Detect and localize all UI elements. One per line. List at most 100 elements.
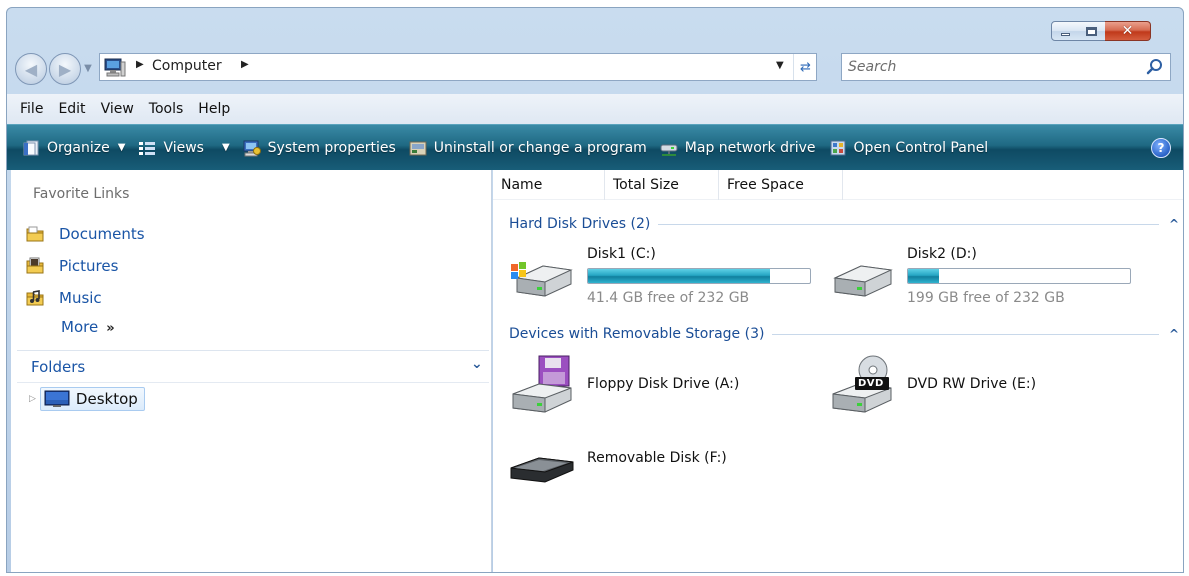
drive-free-space: 41.4 GB free of 232 GB [587,290,750,306]
open-control-panel-label: Open Control Panel [853,139,989,156]
breadcrumb-separator-icon[interactable]: ▶ [136,59,144,70]
more-label: More [61,318,99,336]
back-button[interactable]: ◀ [15,53,47,85]
favorite-link-music[interactable]: Music [25,286,102,310]
map-network-drive-label: Map network drive [684,139,816,156]
menu-tools[interactable]: Tools [143,101,193,117]
forward-button[interactable]: ▶ [49,53,81,85]
group-header-removable-storage[interactable]: Devices with Removable Storage (3) ^ [509,323,1179,345]
explorer-window: ✕ ◀ ▶ ▼ ▶ Computer ▶ ▼ ⇄ Search File Edi… [6,7,1184,573]
dvd-badge: DVD [858,378,884,389]
search-icon[interactable] [1146,58,1164,76]
menu-view[interactable]: View [95,101,143,117]
favorite-links-more[interactable]: More » [61,318,115,336]
more-chevron-icon: » [106,321,115,336]
views-button[interactable]: Views ▼ [131,133,235,163]
refresh-icon: ⇄ [800,59,811,75]
group-divider [772,333,1159,335]
divider [17,382,489,383]
content-pane: Name Total Size Free Space Hard Disk Dri… [493,170,1183,572]
drive-item-c[interactable]: Disk1 (C:) 41.4 GB free of 232 GB [509,240,829,310]
collapse-icon[interactable]: ^ [1169,327,1179,341]
chevron-down-icon[interactable]: ⌄ [471,356,483,372]
device-name: Floppy Disk Drive (A:) [587,376,740,392]
refresh-button[interactable]: ⇄ [793,54,817,80]
search-input[interactable] [848,58,1128,76]
organize-dropdown-icon: ▼ [117,142,126,153]
device-name: DVD RW Drive (E:) [907,376,1037,392]
address-dropdown-icon[interactable]: ▼ [776,60,784,71]
documents-folder-icon [26,226,44,242]
command-bar: Organize ▼ Views ▼ System properties Uni… [7,124,1183,170]
drive-item-a[interactable]: Floppy Disk Drive (A:) [509,354,809,424]
group-label: Hard Disk Drives (2) [509,216,651,232]
menu-file[interactable]: File [14,101,52,117]
address-row: ◀ ▶ ▼ ▶ Computer ▶ ▼ ⇄ [7,48,1183,90]
close-icon: ✕ [1121,23,1134,39]
back-arrow-icon: ◀ [24,59,38,79]
forward-arrow-icon: ▶ [58,59,72,79]
favorite-links-heading: Favorite Links [33,186,130,202]
breadcrumb-separator-icon[interactable]: ▶ [241,59,249,70]
device-name: Removable Disk (F:) [587,450,727,466]
drive-usage-bar [907,268,1131,284]
drive-name: Disk1 (C:) [587,246,656,262]
column-header-free-space[interactable]: Free Space [719,170,843,200]
maximize-button[interactable] [1078,21,1106,41]
favorite-link-documents[interactable]: Documents [25,222,145,246]
tree-node-desktop[interactable]: Desktop [39,387,145,411]
collapse-icon[interactable]: ^ [1169,217,1179,231]
search-box[interactable] [841,53,1171,81]
views-dropdown-icon: ▼ [221,142,230,153]
column-headers: Name Total Size Free Space [493,170,1183,200]
uninstall-program-icon [409,141,427,155]
drive-usage-fill [588,269,771,283]
drive-free-space: 199 GB free of 232 GB [907,290,1065,306]
menu-help[interactable]: Help [192,101,239,117]
drive-usage-bar [587,268,811,284]
system-properties-button[interactable]: System properties [236,133,402,163]
group-header-hard-disk-drives[interactable]: Hard Disk Drives (2) ^ [509,213,1179,235]
views-icon [139,141,156,155]
title-bar: ✕ [7,8,1183,46]
system-properties-icon [243,140,261,156]
column-header-name[interactable]: Name [493,170,605,200]
drive-usage-fill [908,269,940,283]
close-button[interactable]: ✕ [1105,21,1151,41]
address-bar[interactable]: ▶ Computer ▶ ▼ ⇄ [99,53,817,81]
column-header-total-size[interactable]: Total Size [605,170,719,200]
breadcrumb-computer[interactable]: Computer [152,58,222,74]
map-network-drive-button[interactable]: Map network drive [653,133,822,163]
removable-disk-icon [510,457,574,483]
organize-icon [23,140,39,155]
group-divider [658,223,1159,225]
drive-item-f[interactable]: Removable Disk (F:) [509,428,809,498]
navigation-pane: Favorite Links Documents Pictures Music … [11,170,492,572]
maximize-icon [1086,26,1097,36]
favorite-link-pictures[interactable]: Pictures [25,254,118,278]
open-control-panel-button[interactable]: Open Control Panel [822,133,995,163]
divider [17,350,489,351]
expand-arrow-icon[interactable]: ▷ [29,394,36,404]
uninstall-program-button[interactable]: Uninstall or change a program [402,133,653,163]
favorite-link-label: Music [59,289,102,307]
music-folder-icon [26,290,44,306]
windows-hard-drive-icon [511,262,573,297]
folders-heading[interactable]: Folders [31,358,85,376]
drive-item-d[interactable]: Disk2 (D:) 199 GB free of 232 GB [829,240,1149,310]
computer-icon [104,58,126,77]
menu-edit[interactable]: Edit [52,101,94,117]
system-properties-label: System properties [267,139,396,156]
organize-button[interactable]: Organize ▼ [15,133,131,163]
favorite-link-label: Pictures [59,257,119,275]
floppy-drive-icon [512,355,572,413]
help-button[interactable]: ? [1151,137,1171,158]
network-drive-icon [660,144,678,156]
tree-item-desktop[interactable]: ▷ Desktop [29,386,145,412]
recent-pages-dropdown[interactable]: ▼ [81,60,95,78]
hard-drive-icon [833,265,893,297]
minimize-button[interactable] [1051,21,1079,41]
uninstall-program-label: Uninstall or change a program [433,139,647,156]
pictures-folder-icon [26,257,44,274]
drive-item-e[interactable]: DVD DVD RW Drive (E:) [829,354,1129,424]
